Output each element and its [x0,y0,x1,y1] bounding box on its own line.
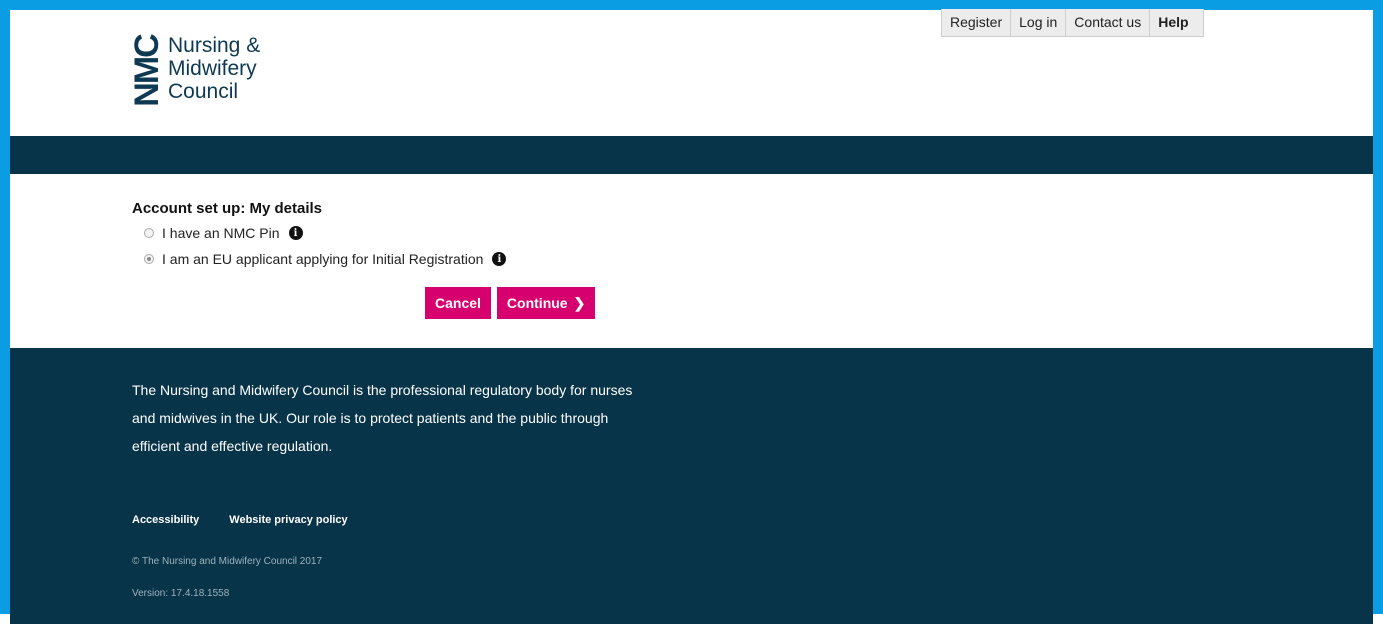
account-setup-form: Account set up: My details I have an NMC… [132,200,507,275]
cancel-button[interactable]: Cancel [425,287,491,319]
footer-copyright: © The Nursing and Midwifery Council 2017 [132,556,323,567]
radio-eu-applicant[interactable] [144,254,154,264]
form-actions: Cancel Continue ❯ [425,287,596,319]
nav-login-link[interactable]: Log in [1010,9,1065,36]
footer: The Nursing and Midwifery Council is the… [10,348,1373,624]
nmc-logo-mark-text: NMC [128,35,166,107]
footer-link-accessibility[interactable]: Accessibility [132,514,199,526]
footer-link-privacy[interactable]: Website privacy policy [229,514,347,526]
info-icon[interactable]: i [288,226,303,240]
radio-nmc-pin[interactable] [144,228,154,238]
chevron-right-icon: ❯ [573,295,586,311]
nav-help-link[interactable]: Help [1149,9,1202,36]
cancel-button-label: Cancel [435,295,481,311]
footer-links: Accessibility Website privacy policy [132,514,348,526]
nmc-logo-mark: NMC [128,30,166,112]
continue-button[interactable]: Continue ❯ [496,287,596,319]
option-nmc-pin[interactable]: I have an NMC Pin i [144,223,506,243]
continue-button-label: Continue [506,295,568,311]
footer-about-text: The Nursing and Midwifery Council is the… [132,382,633,454]
info-icon[interactable]: i [492,252,507,266]
nmc-logo[interactable]: NMC Nursing & Midwifery Council [128,30,260,112]
logo-line-3: Council [168,80,239,103]
header-bar [10,136,1373,174]
nav-register-link[interactable]: Register [942,9,1010,36]
logo-line-1: Nursing & [168,34,261,57]
footer-version: Version: 17.4.18.1558 [132,588,230,599]
nmc-logo-words: Nursing & Midwifery Council [168,30,260,103]
page-frame: Register Log in Contact us Help NMC Nurs… [0,0,1383,624]
option-eu-applicant[interactable]: I am an EU applicant applying for Initia… [144,249,507,269]
logo-line-2: Midwifery [168,57,257,80]
option-nmc-pin-label: I have an NMC Pin [162,225,280,241]
nav-contact-link[interactable]: Contact us [1065,9,1149,36]
option-eu-applicant-label: I am an EU applicant applying for Initia… [162,251,484,267]
page-title: Account set up: My details [132,200,323,217]
top-nav: Register Log in Contact us Help [941,9,1204,37]
